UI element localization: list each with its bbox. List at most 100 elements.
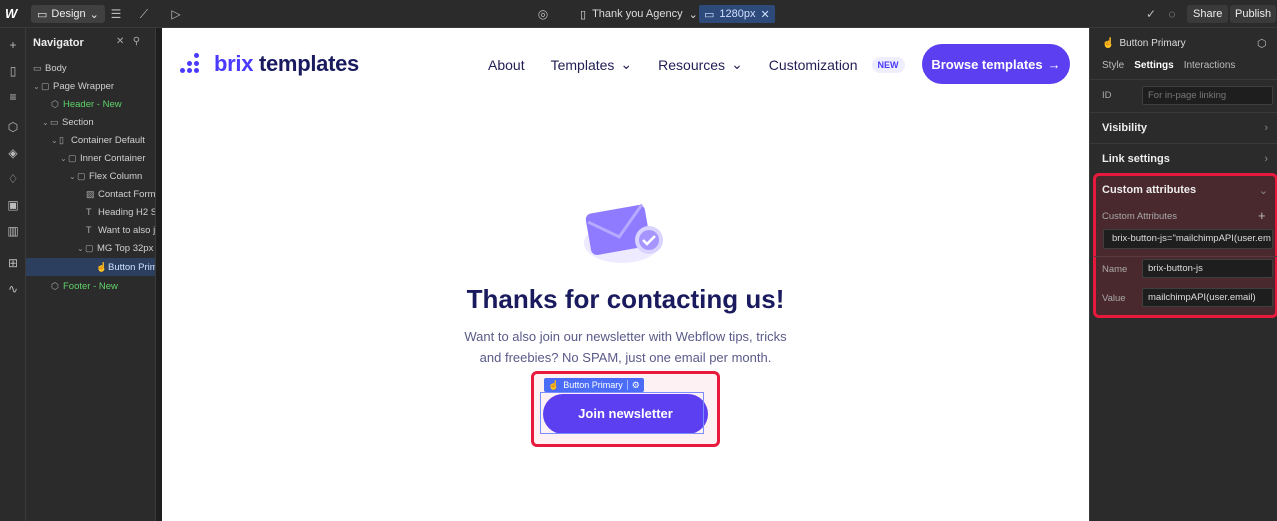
component-icon: ⬡ [51,281,59,291]
chevron-down-icon[interactable]: ⌄ [69,168,77,185]
collapse-icon[interactable]: ✕ [116,36,124,47]
chevron-down-icon[interactable]: ⌄ [77,240,85,257]
nav-item-flex-column[interactable]: ⌄▢ Flex Column [26,167,155,185]
chevron-down-icon[interactable]: ⌄ [60,150,68,167]
comments-icon[interactable]: ◌ [1164,6,1180,22]
nav-item-section[interactable]: ⌄▭ Section [26,113,155,131]
body-icon: ▭ [33,63,42,73]
brand-name: brix templates [214,51,359,77]
page-name: Thank you Agency [592,8,683,20]
webflow-logo-icon[interactable]: W [5,6,21,22]
visibility-section[interactable]: Visibility › [1102,122,1268,134]
share-button[interactable]: Share [1187,5,1229,23]
link-settings-section[interactable]: Link settings › [1102,153,1268,165]
id-input[interactable]: For in-page linking [1142,86,1273,105]
nav-resources[interactable]: Resources ⌄ [658,56,743,73]
component-cube-icon[interactable]: ⬡ [1257,37,1267,50]
page-select[interactable]: ▯ Thank you Agency ⌄ [580,5,698,23]
brand-logo[interactable]: brix templates [180,51,359,77]
id-label: ID [1102,90,1112,101]
chevron-right-icon: › [1264,153,1268,165]
tab-interactions[interactable]: Interactions [1184,60,1236,71]
breakpoint-label: 1280px [719,8,756,20]
globe-icon[interactable]: ◎ [535,6,551,22]
settings-panel: ☝ Button Primary ⬡ Style Settings Intera… [1089,28,1277,521]
navigator-panel: Navigator ✕ ⚲ ▭ Body ⌄▢ Page Wrapper ⬡ Head… [26,28,156,521]
pages-icon[interactable]: ▯ [5,63,21,79]
assets-icon[interactable]: ▣ [5,197,21,213]
site-nav: About Templates ⌄ Resources ⌄ Customizatio… [488,56,931,73]
breakpoint-select[interactable]: ▭ 1280px ✕ [699,5,775,23]
nav-customization[interactable]: Customization NEW [769,56,905,73]
nav-item-heading[interactable]: T Heading H2 S [26,203,155,221]
navigator-controls: ✕ ⚲ [116,36,140,47]
chevron-down-icon[interactable]: ⌄ [51,132,59,149]
components-icon[interactable]: ⬡ [5,119,21,135]
publish-button[interactable]: Publish [1230,5,1277,23]
design-mode-icon: ▭ [37,8,48,21]
attribute-value-input[interactable]: mailchimpAPI(user.email) [1142,288,1273,307]
box-icon: ▢ [41,81,50,91]
close-icon[interactable]: ✕ [761,8,770,21]
browse-templates-button[interactable]: Browse templates → [922,44,1070,84]
panel-tabs: Style Settings Interactions [1102,60,1235,71]
page-title: Thanks for contacting us! [466,284,785,314]
attribute-summary-row[interactable]: brix-button-js="mailchimpAPI(user.em [1103,229,1273,249]
selected-element-header: ☝ Button Primary [1102,38,1186,49]
nav-templates[interactable]: Templates ⌄ [551,56,633,73]
nav-item-mg-top[interactable]: ⌄▢ MG Top 32px [26,239,155,257]
nav-about[interactable]: About [488,57,525,73]
add-elements-icon[interactable]: + [5,37,21,53]
cms-icon[interactable]: ☰ [108,6,124,22]
box-icon: ▢ [68,153,77,163]
chevron-down-icon: ⌄ [1258,185,1268,197]
nav-item-body[interactable]: ▭ Body [26,59,155,77]
attribute-name-label: Name [1102,264,1128,275]
add-attribute-icon[interactable]: + [1258,208,1266,223]
attribute-value-label: Value [1102,293,1126,304]
tab-style[interactable]: Style [1102,60,1124,71]
chevron-down-icon[interactable]: ⌄ [42,114,50,131]
nav-item-header[interactable]: ⬡ Header - New [26,95,155,113]
pointer-hand-icon: ☝ [1102,38,1115,49]
gear-icon[interactable]: ⚙ [632,378,640,392]
arrow-right-icon: → [1047,56,1061,72]
design-canvas: brix templates About Templates ⌄ Resource… [162,28,1089,521]
custom-attributes-section[interactable]: Custom attributes ⌄ [1102,184,1268,197]
box-icon: ▢ [85,243,94,253]
nav-item-page-wrapper[interactable]: ⌄▢ Page Wrapper [26,77,155,95]
nav-item-container-default[interactable]: ⌄▯ Container Default [26,131,155,149]
page-icon: ▯ [580,8,587,21]
attribute-name-input[interactable]: brix-button-js [1142,259,1273,278]
pin-icon[interactable]: ⚲ [133,36,140,47]
chevron-down-icon: ⌄ [731,56,743,72]
nav-item-paragraph[interactable]: T Want to also j [26,221,155,239]
cms-collections-icon[interactable]: ▥ [5,223,21,239]
analytics-icon[interactable]: ⟋ [136,6,152,22]
variables-icon[interactable]: ♢ [5,171,21,187]
tab-settings[interactable]: Settings [1134,60,1173,71]
selected-element-tag[interactable]: ☝ Button Primary ⚙ [544,378,644,392]
check-icon[interactable]: ✓ [1143,6,1159,22]
container-icon: ▯ [59,135,64,145]
nav-item-button-primary[interactable]: ☝Button Prim [26,258,155,276]
brand-rest: templates [258,51,359,76]
top-bar: W ▭ Design ⌄ ☰ ⟋ ▷ ◎ ▯ Thank you Agency … [0,0,1277,28]
chevron-right-icon: › [1264,122,1268,134]
description-line-2: and freebies? No SPAM, just one email pe… [479,350,772,365]
chevron-down-icon[interactable]: ⌄ [33,78,41,95]
tool-rail: + ▯ ≡ ⬡ ◈ ♢ ▣ ▥ ⊞ ∿ [0,28,26,521]
nav-item-footer[interactable]: ⬡ Footer - New [26,277,155,295]
nav-item-inner-container[interactable]: ⌄▢ Inner Container [26,149,155,167]
apps-icon[interactable]: ⊞ [5,255,21,271]
brand-bold: brix [214,51,254,76]
preview-play-icon[interactable]: ▷ [168,6,184,22]
styles-icon[interactable]: ◈ [5,145,21,161]
desktop-icon: ▭ [704,8,715,21]
nav-item-contact-form[interactable]: ▨ Contact Form [26,185,155,203]
mode-select[interactable]: ▭ Design ⌄ [31,5,105,23]
activity-icon[interactable]: ∿ [5,281,21,297]
navigator-icon[interactable]: ≡ [5,89,21,105]
selected-element-label: Button Primary [563,380,623,390]
new-badge: NEW [871,56,905,73]
